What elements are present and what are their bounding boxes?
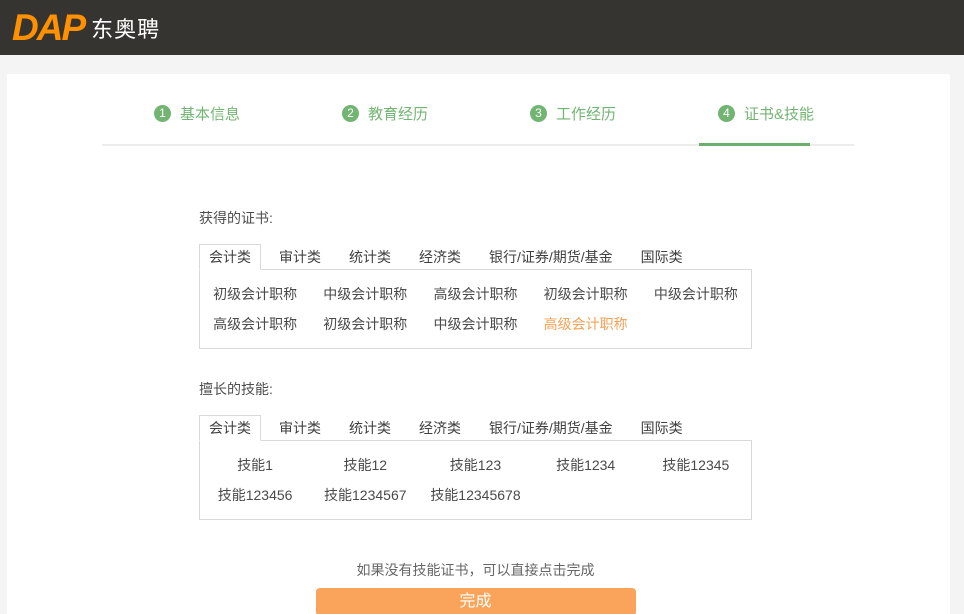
step-3-tab[interactable]: 3 工作经历 xyxy=(478,103,666,124)
skill-category-tab[interactable]: 国际类 xyxy=(631,415,693,441)
skill-category-tab[interactable]: 经济类 xyxy=(409,415,471,441)
certificate-category-tab[interactable]: 经济类 xyxy=(409,244,471,270)
skill-option[interactable]: 技能1234567 xyxy=(310,480,420,510)
wizard-stepper: 1 基本信息 2 教育经历 3 工作经历 4 证书&技能 xyxy=(7,74,950,146)
skill-category-tab[interactable]: 审计类 xyxy=(269,415,331,441)
certificate-option[interactable]: 初级会计职称 xyxy=(200,279,310,309)
certificate-option[interactable]: 初级会计职称 xyxy=(531,279,641,309)
skills-section-label: 擅长的技能: xyxy=(199,379,752,399)
logo-chinese-name: 东奥聘 xyxy=(91,12,160,44)
certificate-option[interactable]: 高级会计职称 xyxy=(420,279,530,309)
skill-option[interactable]: 技能12345678 xyxy=(420,480,530,510)
finish-hint-text: 如果没有技能证书，可以直接点击完成 xyxy=(199,560,752,580)
step-1-tab[interactable]: 1 基本信息 xyxy=(102,103,290,124)
step-4-tab[interactable]: 4 证书&技能 xyxy=(666,103,854,124)
content-card: 1基本信息2教育经历3工作经历4证书&技能 获得的证书: 会计类审计类统计类经济… xyxy=(7,74,950,614)
step-label: 工作经历 xyxy=(556,103,616,124)
step-number-badge: 2 xyxy=(342,105,359,122)
step-number-badge: 4 xyxy=(718,105,735,122)
page-background: 1基本信息2教育经历3工作经历4证书&技能 获得的证书: 会计类审计类统计类经济… xyxy=(0,55,964,614)
stepper-divider xyxy=(102,144,854,146)
step-label: 教育经历 xyxy=(368,103,428,124)
certificate-category-tab[interactable]: 会计类 xyxy=(199,244,261,270)
certificate-options-panel: 初级会计职称中级会计职称高级会计职称初级会计职称中级会计职称高级会计职称初级会计… xyxy=(199,269,752,349)
skill-option[interactable]: 技能123456 xyxy=(200,480,310,510)
certificate-option[interactable]: 初级会计职称 xyxy=(310,309,420,339)
certificate-category-tab[interactable]: 统计类 xyxy=(339,244,401,270)
step-label: 基本信息 xyxy=(180,103,240,124)
certificate-category-tab[interactable]: 国际类 xyxy=(631,244,693,270)
certificate-option[interactable]: 中级会计职称 xyxy=(310,279,420,309)
certificate-category-tabs: 会计类审计类统计类经济类银行/证券/期货/基金国际类 xyxy=(199,244,752,270)
step-number-badge: 3 xyxy=(530,105,547,122)
logo-dap-wordmark: DAP xyxy=(12,0,84,55)
certificate-category-tab[interactable]: 银行/证券/期货/基金 xyxy=(479,244,623,270)
skill-category-tab[interactable]: 统计类 xyxy=(339,415,401,441)
certificate-option[interactable]: 高级会计职称 xyxy=(200,309,310,339)
certificates-section-label: 获得的证书: xyxy=(199,208,752,228)
skill-option[interactable]: 技能12345 xyxy=(641,450,751,480)
skill-option[interactable]: 技能1 xyxy=(200,450,310,480)
certificate-option[interactable]: 高级会计职称 xyxy=(531,309,641,339)
finish-button[interactable]: 完成 xyxy=(316,588,636,614)
certificate-category-tab[interactable]: 审计类 xyxy=(269,244,331,270)
skill-category-tab[interactable]: 会计类 xyxy=(199,415,261,441)
skill-category-tabs: 会计类审计类统计类经济类银行/证券/期货/基金国际类 xyxy=(199,415,752,441)
certificate-option[interactable]: 中级会计职称 xyxy=(641,279,751,309)
skill-option[interactable]: 技能1234 xyxy=(531,450,641,480)
brand-logo[interactable]: DAP 东奥聘 xyxy=(12,0,160,55)
active-step-indicator xyxy=(699,143,810,146)
certificate-option[interactable]: 中级会计职称 xyxy=(420,309,530,339)
skill-options-panel: 技能1技能12技能123技能1234技能12345技能123456技能12345… xyxy=(199,440,752,520)
skill-option[interactable]: 技能12 xyxy=(310,450,420,480)
step-label: 证书&技能 xyxy=(744,103,814,124)
app-header: DAP 东奥聘 xyxy=(0,0,964,55)
step-number-badge: 1 xyxy=(154,105,171,122)
step-2-tab[interactable]: 2 教育经历 xyxy=(290,103,478,124)
step-list: 1 基本信息 2 教育经历 3 工作经历 4 证书&技能 xyxy=(102,103,854,124)
form-content: 获得的证书: 会计类审计类统计类经济类银行/证券/期货/基金国际类 初级会计职称… xyxy=(199,208,752,614)
skill-category-tab[interactable]: 银行/证券/期货/基金 xyxy=(479,415,623,441)
skill-option[interactable]: 技能123 xyxy=(420,450,530,480)
